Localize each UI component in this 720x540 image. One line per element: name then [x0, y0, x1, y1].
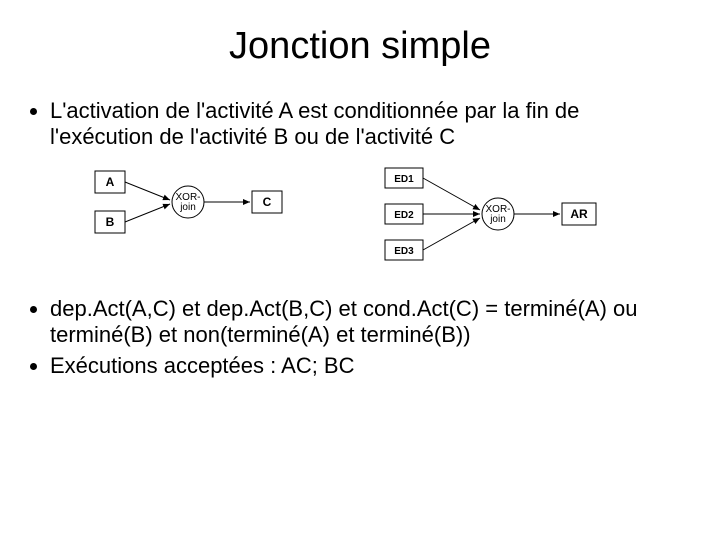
svg-text:join: join	[489, 214, 506, 225]
bullets-bottom: dep.Act(A,C) et dep.Act(B,C) et cond.Act…	[45, 296, 675, 379]
slide: Jonction simple L'activation de l'activi…	[0, 0, 720, 540]
bullet-item: L'activation de l'activité A est conditi…	[50, 98, 675, 151]
diagram-ab-c: A B XOR- join C	[90, 166, 320, 256]
diagram-ed-ar: ED1 ED2 ED3 XOR- join AR	[380, 166, 630, 276]
box-ar-label: AR	[570, 207, 588, 221]
bullet-item: dep.Act(A,C) et dep.Act(B,C) et cond.Act…	[50, 296, 675, 349]
box-ed1-label: ED1	[394, 174, 414, 185]
box-ed2-label: ED2	[394, 210, 414, 221]
box-b-label: B	[106, 215, 115, 229]
svg-text:join: join	[179, 202, 196, 213]
bullet-item: Exécutions acceptées : AC; BC	[50, 353, 675, 379]
box-ed3-label: ED3	[394, 246, 414, 257]
box-a-label: A	[106, 175, 115, 189]
box-c-label: C	[263, 195, 272, 209]
slide-title: Jonction simple	[45, 25, 675, 68]
diagram-row: A B XOR- join C ED1 ED2	[45, 166, 675, 276]
bullets-top: L'activation de l'activité A est conditi…	[45, 98, 675, 151]
